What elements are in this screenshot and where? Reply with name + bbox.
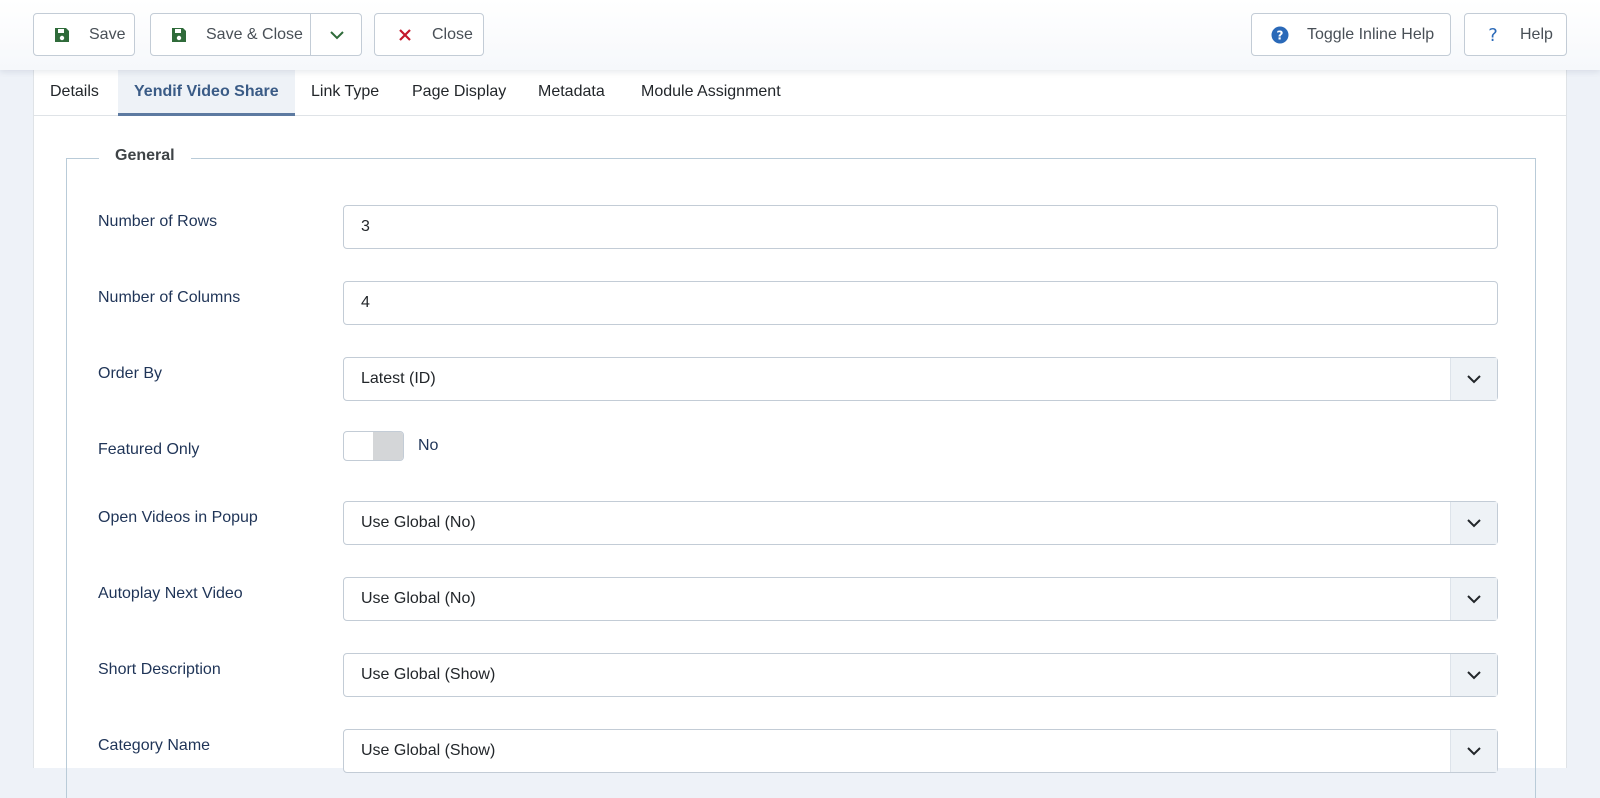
chevron-down-icon <box>1450 578 1497 620</box>
general-fieldset: General Number of Rows 3 Number of Colum… <box>66 147 1536 798</box>
order-by-value: Latest (ID) <box>361 370 436 387</box>
save-options-dropdown-toggle[interactable] <box>310 14 362 55</box>
popup-select[interactable]: Use Global (No) <box>343 501 1498 545</box>
tab-bar: Details Yendif Video Share Link Type Pag… <box>34 70 1566 116</box>
x-icon <box>396 26 414 44</box>
featured-only-state: No <box>418 437 439 454</box>
order-by-label: Order By <box>98 365 163 382</box>
chevron-down-icon <box>329 30 344 39</box>
save-close-label: Save & Close <box>206 25 303 43</box>
category-name-label: Category Name <box>98 737 211 754</box>
category-name-value: Use Global (Show) <box>361 742 496 759</box>
save-label: Save <box>89 25 126 43</box>
tab-module-assignment[interactable]: Module Assignment <box>625 70 797 116</box>
tab-page-display[interactable]: Page Display <box>396 70 522 116</box>
featured-only-switch[interactable] <box>343 431 404 461</box>
help-button[interactable]: ? Help <box>1464 13 1567 56</box>
tab-details[interactable]: Details <box>34 70 115 116</box>
toggle-inline-help-button[interactable]: ? Toggle Inline Help <box>1251 13 1451 56</box>
svg-text:?: ? <box>1488 26 1498 44</box>
help-label: Help <box>1520 25 1553 43</box>
autoplay-value: Use Global (No) <box>361 590 476 607</box>
tab-yendif-video-share[interactable]: Yendif Video Share <box>118 70 295 116</box>
chevron-down-icon <box>1450 654 1497 696</box>
floppy-disk-icon <box>170 26 188 44</box>
chevron-down-icon <box>1450 502 1497 544</box>
columns-input[interactable]: 4 <box>343 281 1498 325</box>
chevron-down-icon <box>1450 358 1497 400</box>
rows-label: Number of Rows <box>98 213 218 230</box>
autoplay-select[interactable]: Use Global (No) <box>343 577 1498 621</box>
order-by-select[interactable]: Latest (ID) <box>343 357 1498 401</box>
toolbar: Save Save & Close Close ? Toggle Inline … <box>0 0 1600 70</box>
tab-link-type[interactable]: Link Type <box>295 70 395 116</box>
category-name-select[interactable]: Use Global (Show) <box>343 729 1498 773</box>
fieldset-legend: General <box>99 147 191 165</box>
floppy-disk-icon <box>53 26 71 44</box>
close-button[interactable]: Close <box>374 13 484 56</box>
svg-text:?: ? <box>1277 28 1284 42</box>
save-button[interactable]: Save <box>33 13 135 56</box>
editor-panel: Details Yendif Video Share Link Type Pag… <box>33 70 1567 798</box>
short-description-label: Short Description <box>98 661 221 678</box>
popup-value: Use Global (No) <box>361 514 476 531</box>
short-description-value: Use Global (Show) <box>361 666 496 683</box>
question-circle-icon: ? <box>1271 26 1289 44</box>
question-mark-icon: ? <box>1484 26 1502 44</box>
chevron-down-icon <box>1450 730 1497 772</box>
switch-knob <box>373 432 403 460</box>
save-close-button[interactable]: Save & Close <box>150 13 362 56</box>
short-description-select[interactable]: Use Global (Show) <box>343 653 1498 697</box>
rows-input[interactable]: 3 <box>343 205 1498 249</box>
tab-metadata[interactable]: Metadata <box>522 70 621 116</box>
featured-only-label: Featured Only <box>98 441 200 458</box>
columns-label: Number of Columns <box>98 289 241 306</box>
close-label: Close <box>432 25 473 43</box>
toggle-inline-help-label: Toggle Inline Help <box>1307 25 1435 43</box>
popup-label: Open Videos in Popup <box>98 509 258 526</box>
autoplay-label: Autoplay Next Video <box>98 585 243 602</box>
